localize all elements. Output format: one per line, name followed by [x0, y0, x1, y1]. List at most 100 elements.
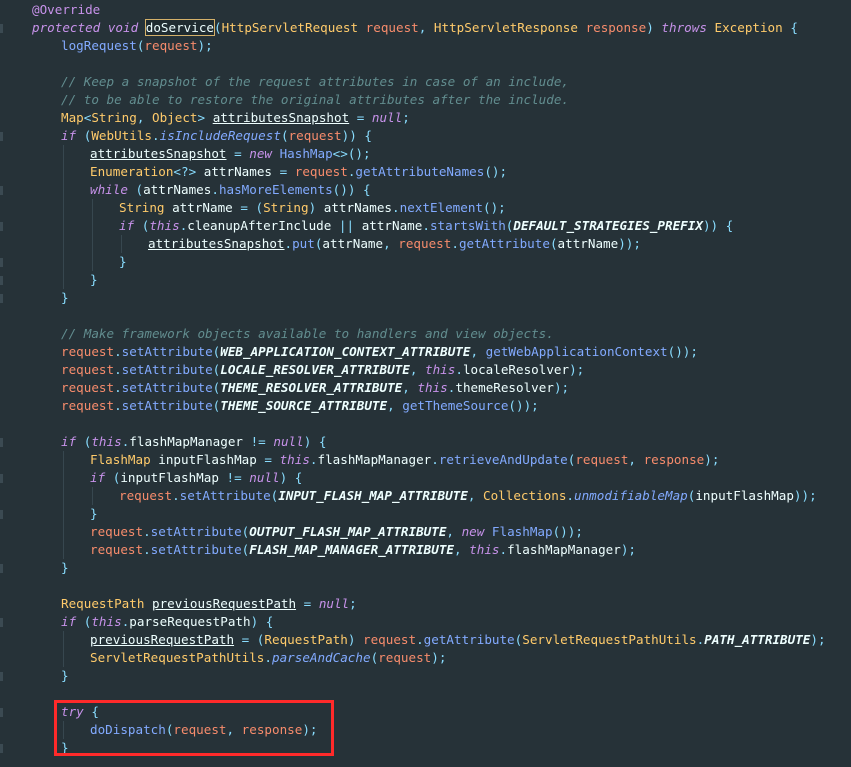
code-line[interactable]: if (inputFlashMap != null) {: [90, 469, 302, 487]
indent-guide: [63, 145, 64, 163]
code-line[interactable]: if (this.cleanupAfterInclude || attrName…: [119, 217, 733, 235]
code-line[interactable]: request.setAttribute(LOCALE_RESOLVER_ATT…: [61, 361, 584, 379]
code-line[interactable]: attributesSnapshot = new HashMap<>();: [90, 145, 371, 163]
code-token: );: [431, 650, 447, 665]
code-line[interactable]: request.setAttribute(FLASH_MAP_MANAGER_A…: [90, 541, 636, 559]
code-token: this: [417, 380, 448, 395]
code-token: ));: [618, 236, 641, 251]
code-token: // Make framework objects available to h…: [61, 326, 554, 341]
indent-guide: [63, 253, 64, 271]
code-line[interactable]: }: [119, 253, 127, 271]
code-token: RequestPath: [61, 596, 152, 611]
code-line[interactable]: Enumeration<?> attrNames = request.getAt…: [90, 163, 507, 181]
code-token: ) {: [250, 614, 274, 629]
code-token: .: [284, 236, 293, 251]
code-token: throws: [661, 20, 715, 35]
code-line[interactable]: RequestPath previousRequestPath = null;: [61, 595, 357, 613]
highlight-annotation-box: [54, 700, 334, 756]
code-token: null: [371, 110, 403, 125]
code-token: .: [114, 344, 122, 359]
code-token: getAttribute: [458, 236, 550, 251]
code-token: OUTPUT_FLASH_MAP_ATTRIBUTE: [249, 524, 447, 539]
code-line[interactable]: protected void doService(HttpServletRequ…: [32, 19, 798, 37]
code-token: ,: [409, 362, 425, 377]
code-token: getWebApplicationContext: [485, 344, 668, 359]
code-token: = (: [232, 200, 264, 215]
indent-guide: [63, 271, 64, 289]
code-token: }: [90, 272, 98, 287]
code-token: <?>: [173, 164, 204, 179]
code-token: String: [91, 110, 137, 125]
code-area[interactable]: @Override protected void doService(HttpSe…: [0, 0, 851, 767]
code-token: ,: [453, 542, 470, 557]
code-token: setAttribute: [179, 488, 271, 503]
code-line[interactable]: Map<String, Object> attributesSnapshot =…: [61, 109, 410, 127]
code-line[interactable]: }: [61, 559, 69, 577]
code-line[interactable]: request.setAttribute(WEB_APPLICATION_CON…: [61, 343, 698, 361]
code-line[interactable]: if (this.flashMapManager != null) {: [61, 433, 326, 451]
code-token: doService: [144, 19, 216, 36]
code-line[interactable]: @Override: [32, 1, 100, 19]
code-token: request: [365, 20, 419, 35]
code-token: new: [461, 524, 492, 539]
indent-guide: [63, 235, 64, 253]
code-line[interactable]: // Keep a snapshot of the request attrib…: [61, 73, 569, 91]
code-token: ();: [483, 200, 506, 215]
code-token: ,: [387, 398, 403, 413]
code-token: ,: [446, 524, 462, 539]
code-line[interactable]: request.setAttribute(INPUT_FLASH_MAP_ATT…: [119, 487, 817, 505]
code-line[interactable]: request.setAttribute(OUTPUT_FLASH_MAP_AT…: [90, 523, 583, 541]
code-token: String: [119, 200, 173, 215]
code-token: void: [107, 20, 146, 35]
code-token: attrName: [557, 236, 619, 251]
code-token: request: [378, 650, 432, 665]
code-line[interactable]: if (this.parseRequestPath) {: [61, 613, 273, 631]
code-editor[interactable]: @Override protected void doService(HttpSe…: [0, 0, 851, 767]
code-token: getAttribute: [423, 632, 515, 647]
code-line[interactable]: if (WebUtils.isIncludeRequest(request)) …: [61, 127, 372, 145]
code-line[interactable]: FlashMap inputFlashMap = this.flashMapMa…: [90, 451, 719, 469]
code-token: =: [256, 452, 280, 467]
code-line[interactable]: }: [61, 667, 69, 685]
code-token: LOCALE_RESOLVER_ATTRIBUTE: [220, 362, 410, 377]
code-token: .: [143, 524, 151, 539]
code-line[interactable]: logRequest(request);: [61, 37, 213, 55]
code-token: while: [90, 182, 136, 197]
code-line[interactable]: attributesSnapshot.put(attrName, request…: [148, 235, 641, 253]
code-token: request: [61, 398, 115, 413]
code-line[interactable]: request.setAttribute(THEME_SOURCE_ATTRIB…: [61, 397, 539, 415]
code-token: attributesSnapshot: [148, 236, 285, 251]
code-token: if: [119, 218, 142, 233]
code-line[interactable]: ServletRequestPathUtils.parseAndCache(re…: [90, 649, 446, 667]
code-token: parseRequestPath: [129, 614, 251, 629]
code-line[interactable]: // Make framework objects available to h…: [61, 325, 554, 343]
code-line[interactable]: }: [61, 289, 69, 307]
code-line[interactable]: // to be able to restore the original at…: [61, 91, 569, 109]
code-line[interactable]: while (attrNames.hasMoreElements()) {: [90, 181, 371, 199]
code-token: logRequest: [61, 38, 137, 53]
code-token: this: [91, 434, 122, 449]
code-line[interactable]: previousRequestPath = (RequestPath) requ…: [90, 631, 826, 649]
code-line[interactable]: }: [90, 271, 98, 289]
indent-guide: [63, 217, 64, 235]
code-token: Enumeration: [90, 164, 174, 179]
code-token: Object: [152, 110, 198, 125]
code-line[interactable]: request.setAttribute(THEME_RESOLVER_ATTR…: [61, 379, 569, 397]
code-token: .: [431, 452, 439, 467]
code-token: response: [643, 452, 705, 467]
indent-guide: [63, 505, 64, 523]
code-token: request: [61, 362, 115, 377]
code-token: ) {: [303, 434, 327, 449]
code-token: // Keep a snapshot of the request attrib…: [61, 74, 569, 89]
code-token: ());: [667, 344, 698, 359]
code-token: localeResolver: [462, 362, 570, 377]
indent-guide: [92, 253, 93, 271]
code-token: = (: [234, 632, 265, 647]
code-token: .: [309, 452, 318, 467]
indent-guide: [92, 487, 93, 505]
code-line[interactable]: String attrName = (String) attrNames.nex…: [119, 199, 506, 217]
code-token: flashMapManager: [507, 542, 621, 557]
code-token: request: [90, 524, 144, 539]
code-token: setAttribute: [121, 344, 213, 359]
code-line[interactable]: }: [90, 505, 98, 523]
